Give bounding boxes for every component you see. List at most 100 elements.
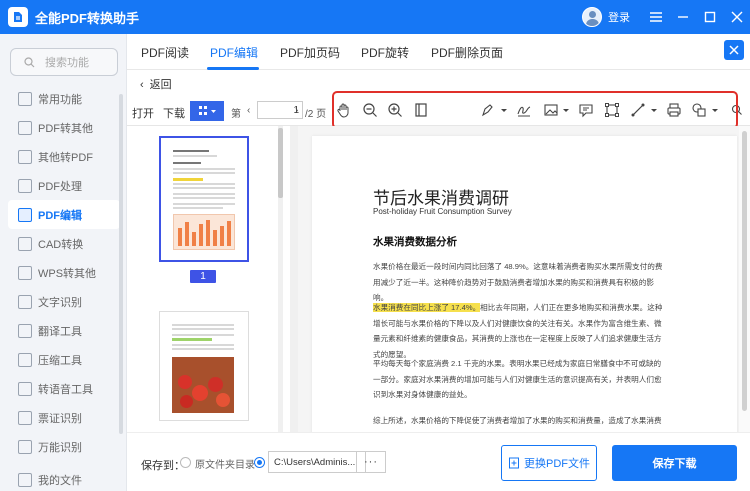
sidebar-item-pdf-to-other[interactable]: PDF转其他 bbox=[8, 113, 120, 142]
highlighted-text: 水果消费在同比上涨了 17.4%。 bbox=[373, 303, 481, 312]
toolbar-highlight-box bbox=[332, 91, 738, 129]
sidebar-item-pdf-process[interactable]: PDF处理 bbox=[8, 171, 120, 200]
sidebar-scrollbar[interactable] bbox=[119, 94, 123, 434]
change-pdf-label: 更换PDF文件 bbox=[524, 458, 590, 470]
change-pdf-button[interactable]: 更换PDF文件 bbox=[501, 445, 597, 481]
maximize-icon[interactable] bbox=[696, 0, 723, 34]
sidebar-item-label: 文字识别 bbox=[38, 296, 82, 309]
sidebar-item-ocr[interactable]: 文字识别 bbox=[8, 287, 120, 316]
app-logo-icon bbox=[8, 7, 28, 27]
open-button[interactable]: 打开 bbox=[132, 105, 154, 121]
common-icon bbox=[18, 91, 32, 106]
back-label: 返回 bbox=[149, 79, 172, 91]
prev-page-icon[interactable]: ‹ bbox=[247, 105, 250, 116]
search-input[interactable]: 搜索功能 bbox=[10, 48, 118, 76]
grid-icon bbox=[199, 106, 216, 115]
close-window-icon[interactable] bbox=[723, 0, 750, 34]
sidebar-item-label: PDF转其他 bbox=[38, 122, 93, 135]
back-link[interactable]: ‹ 返回 bbox=[140, 76, 172, 92]
close-tab-button[interactable] bbox=[724, 40, 744, 60]
sidebar-item-common[interactable]: 常用功能 bbox=[8, 84, 120, 113]
pdf-process-icon bbox=[18, 178, 32, 193]
sidebar-item-my-files[interactable]: 我的文件 bbox=[8, 465, 120, 491]
panel-divider[interactable] bbox=[290, 126, 298, 432]
wps-icon bbox=[18, 265, 32, 280]
page-thumbnail-2[interactable] bbox=[159, 311, 249, 421]
fruit-image bbox=[172, 357, 234, 413]
app-window: 全能PDF转换助手 登录 搜索功能 常用功能 PDF转其他 其他转PDF PDF… bbox=[0, 0, 750, 491]
tab-pdf-delete-page[interactable]: PDF删除页面 bbox=[431, 44, 503, 61]
active-tab-indicator bbox=[207, 67, 259, 70]
save-download-button[interactable]: 保存下载 bbox=[612, 445, 737, 481]
next-page-icon[interactable]: › bbox=[295, 105, 298, 116]
tab-pdf-rotate[interactable]: PDF旋转 bbox=[361, 44, 409, 61]
tab-pdf-page-number[interactable]: PDF加页码 bbox=[280, 44, 340, 61]
thumbnail-view-button[interactable] bbox=[190, 101, 224, 121]
save-path-field[interactable]: C:\Users\Adminis... bbox=[268, 451, 366, 473]
title-bar: 全能PDF转换助手 登录 bbox=[0, 0, 750, 34]
sidebar-item-label: 万能识别 bbox=[38, 441, 82, 454]
source-folder-radio[interactable] bbox=[180, 457, 191, 468]
menu-icon[interactable] bbox=[642, 0, 669, 34]
custom-path-radio[interactable] bbox=[254, 457, 265, 468]
pdf-to-other-icon bbox=[18, 120, 32, 135]
ocr-icon bbox=[18, 294, 32, 309]
page-number-badge: 1 bbox=[190, 270, 216, 283]
user-avatar[interactable] bbox=[582, 7, 602, 27]
sidebar-item-label: PDF编辑 bbox=[38, 209, 82, 222]
sidebar-item-other-to-pdf[interactable]: 其他转PDF bbox=[8, 142, 120, 171]
close-icon bbox=[729, 45, 739, 55]
sidebar-item-universal-ocr[interactable]: 万能识别 bbox=[8, 432, 120, 461]
tab-pdf-read[interactable]: PDF阅读 bbox=[141, 44, 189, 61]
folder-icon bbox=[18, 472, 32, 487]
thumbnail-panel: 1 bbox=[127, 126, 290, 432]
sidebar-item-label: 常用功能 bbox=[38, 93, 82, 106]
chevron-left-icon: ‹ bbox=[140, 79, 144, 91]
sidebar-item-tts[interactable]: 转语音工具 bbox=[8, 374, 120, 403]
document-page: 节后水果消费调研 Post-holiday Fruit Consumption … bbox=[312, 136, 737, 432]
thumbnail-scrollbar[interactable] bbox=[278, 126, 283, 432]
sidebar-item-label: 翻译工具 bbox=[38, 325, 82, 338]
save-to-label: 保存到： bbox=[141, 460, 185, 472]
paragraph-2: 水果消费在同比上涨了 17.4%。相比去年同期，人们正在更多地购买和消费水果。这… bbox=[373, 300, 667, 362]
sidebar-item-pdf-edit[interactable]: PDF编辑 bbox=[8, 200, 120, 229]
sidebar-menu: 常用功能 PDF转其他 其他转PDF PDF处理 PDF编辑 CAD转换 WPS… bbox=[8, 84, 120, 491]
sidebar-item-label: WPS转其他 bbox=[38, 267, 97, 280]
source-folder-label: 原文件夹目录 bbox=[195, 460, 255, 471]
page-prefix: 第 bbox=[231, 109, 241, 120]
sidebar-item-label: PDF处理 bbox=[38, 180, 82, 193]
app-title: 全能PDF转换助手 bbox=[35, 10, 140, 26]
tab-pdf-edit[interactable]: PDF编辑 bbox=[210, 44, 258, 61]
minimize-icon[interactable] bbox=[669, 0, 696, 34]
pdf-edit-icon bbox=[18, 207, 32, 222]
section-heading: 水果消费数据分析 bbox=[373, 236, 457, 248]
search-icon bbox=[24, 57, 35, 68]
sidebar-item-translate[interactable]: 翻译工具 bbox=[8, 316, 120, 345]
sidebar-item-label: 其他转PDF bbox=[38, 151, 93, 164]
page-total: /2 页 bbox=[305, 109, 327, 120]
sidebar-item-compress[interactable]: 压缩工具 bbox=[8, 345, 120, 374]
sidebar-item-label: CAD转换 bbox=[38, 238, 84, 251]
sidebar-item-label: 我的文件 bbox=[38, 474, 82, 487]
sidebar-item-cad[interactable]: CAD转换 bbox=[8, 229, 120, 258]
sidebar-item-wps[interactable]: WPS转其他 bbox=[8, 258, 120, 287]
translate-icon bbox=[18, 323, 32, 338]
document-scrollbar[interactable] bbox=[739, 126, 750, 432]
download-button[interactable]: 下载 bbox=[163, 105, 185, 121]
bottom-bar: 保存到： 原文件夹目录 C:\Users\Adminis... ··· 更换PD… bbox=[127, 432, 750, 491]
other-to-pdf-icon bbox=[18, 149, 32, 164]
tab-bar: PDF阅读 PDF编辑 PDF加页码 PDF旋转 PDF删除页面 bbox=[127, 34, 750, 70]
universal-ocr-icon bbox=[18, 439, 32, 454]
sidebar-item-ticket[interactable]: 票证识别 bbox=[8, 403, 120, 432]
document-title: 节后水果消费调研 bbox=[373, 189, 509, 208]
document-viewer: 节后水果消费调研 Post-holiday Fruit Consumption … bbox=[298, 126, 750, 432]
paragraph-3: 平均每天每个家庭消费 2.1 千克的水果。表明水果已经成为家庭日常膳食中不可或缺… bbox=[373, 359, 662, 399]
page-thumbnail-1[interactable] bbox=[159, 136, 249, 262]
sidebar: 搜索功能 常用功能 PDF转其他 其他转PDF PDF处理 PDF编辑 CAD转… bbox=[0, 34, 127, 491]
sidebar-item-label: 票证识别 bbox=[38, 412, 82, 425]
sidebar-item-label: 压缩工具 bbox=[38, 354, 82, 367]
tts-icon bbox=[18, 381, 32, 396]
login-link[interactable]: 登录 bbox=[608, 9, 630, 25]
browse-button[interactable]: ··· bbox=[356, 451, 386, 473]
compress-icon bbox=[18, 352, 32, 367]
